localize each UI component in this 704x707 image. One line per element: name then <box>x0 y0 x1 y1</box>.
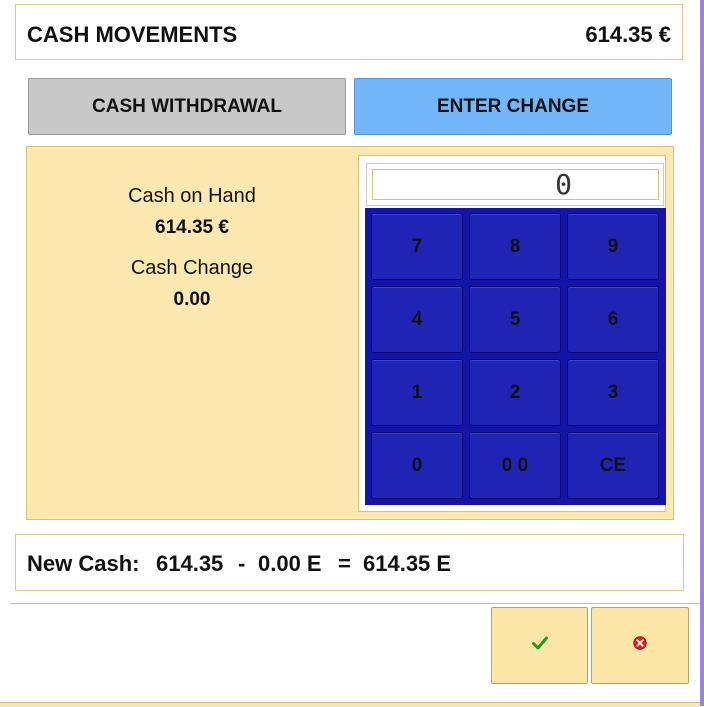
cash-on-hand-label: Cash on Hand <box>128 185 256 207</box>
enter-change-button[interactable]: ENTER CHANGE <box>354 78 672 135</box>
key-1[interactable]: 1 <box>371 359 463 426</box>
key-0[interactable]: 0 <box>371 432 463 499</box>
cash-on-hand-value: 614.35 € <box>155 217 229 238</box>
minus-sign: - <box>238 551 246 576</box>
new-cash-result: 614.35 E <box>363 551 452 576</box>
key-8[interactable]: 8 <box>469 213 561 280</box>
new-cash-change: 0.00 E <box>258 551 322 576</box>
key-7[interactable]: 7 <box>371 213 463 280</box>
cash-withdrawal-button[interactable]: CASH WITHDRAWAL <box>28 78 346 135</box>
equals-sign: = <box>338 551 351 576</box>
new-cash-summary: New Cash: 614.35 - 0.00 E = 614.35 E <box>15 534 684 591</box>
amount-display-frame: 0 <box>366 163 664 206</box>
key-6[interactable]: 6 <box>567 286 659 353</box>
cancel-icon <box>633 636 647 655</box>
key-3[interactable]: 3 <box>567 359 659 426</box>
header-amount: 614.35 € <box>585 22 671 47</box>
divider <box>10 603 700 604</box>
key-9[interactable]: 9 <box>567 213 659 280</box>
cash-change-value: 0.00 <box>173 289 211 310</box>
cancel-button[interactable] <box>591 607 689 684</box>
amount-display[interactable]: 0 <box>372 169 659 200</box>
confirm-button[interactable] <box>491 607 588 684</box>
title-bar: CASH MOVEMENTS 614.35 € <box>15 4 683 60</box>
keypad-grid: 7 8 9 4 5 6 1 2 3 0 0 0 CE <box>365 208 666 505</box>
new-cash-label: New Cash: <box>27 551 140 576</box>
keypad: 0 7 8 9 4 5 6 1 2 3 0 0 0 CE <box>358 155 666 512</box>
key-4[interactable]: 4 <box>371 286 463 353</box>
key-5[interactable]: 5 <box>469 286 561 353</box>
new-cash-base: 614.35 <box>156 551 224 576</box>
key-2[interactable]: 2 <box>469 359 561 426</box>
window-edge <box>700 0 704 706</box>
check-icon <box>531 636 548 655</box>
page-title: CASH MOVEMENTS <box>27 22 238 47</box>
cash-change-label: Cash Change <box>130 257 254 279</box>
bottom-border <box>0 702 700 707</box>
key-00[interactable]: 0 0 <box>469 432 561 499</box>
cash-panel: Cash on Hand 614.35 € Cash Change 0.00 0… <box>26 146 674 520</box>
key-clear-entry[interactable]: CE <box>567 432 659 499</box>
